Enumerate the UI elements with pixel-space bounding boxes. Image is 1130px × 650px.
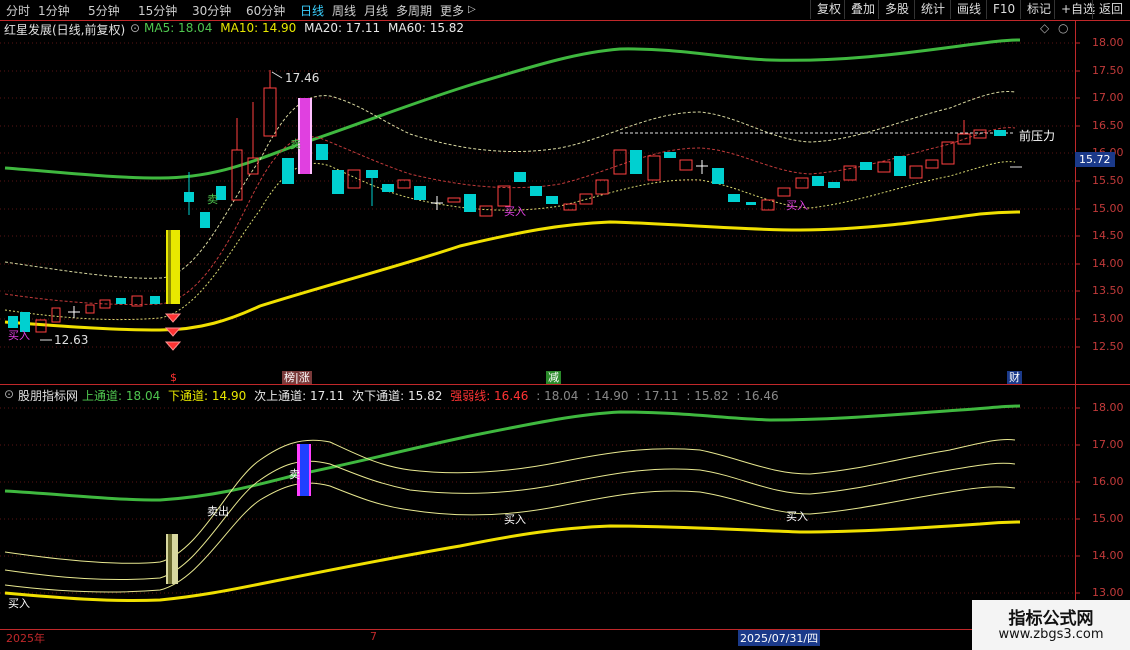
ma20-label: MA20: 17.11 bbox=[304, 21, 381, 35]
price-tick: 16.00 bbox=[1092, 475, 1124, 488]
buy-signal-label: 买入 bbox=[786, 510, 808, 523]
watermark-url: www.zbgs3.com bbox=[998, 627, 1104, 642]
event-tag[interactable]: 减 bbox=[546, 371, 561, 384]
legend-extra: : 17.11 bbox=[636, 389, 679, 403]
buy-signal-label: 买入 bbox=[504, 513, 526, 526]
legend-second-lower: 次下通道: 15.82 bbox=[352, 389, 443, 403]
sell-signal-label: 卖 bbox=[289, 468, 300, 481]
watermark-title: 指标公式网 bbox=[1008, 609, 1094, 629]
buy-signal-label: 买入 bbox=[8, 329, 30, 342]
main-panel-settings-icon[interactable]: ⊙ bbox=[130, 21, 140, 35]
price-tick: 13.00 bbox=[1092, 586, 1124, 599]
high-price-label: 17.46 bbox=[285, 71, 320, 85]
legend-extra: : 18.04 bbox=[536, 389, 579, 403]
event-tag[interactable]: 榜|涨 bbox=[282, 371, 312, 384]
price-tick: 15.00 bbox=[1092, 512, 1124, 525]
date-label: 7 bbox=[370, 630, 377, 643]
ma10-label: MA10: 14.90 bbox=[220, 21, 297, 35]
price-tick: 14.50 bbox=[1092, 229, 1124, 242]
price-tick: 12.50 bbox=[1092, 340, 1124, 353]
sell-signal-label: 卖出 bbox=[207, 505, 229, 518]
legend-lower-channel: 下通道: 14.90 bbox=[168, 389, 247, 403]
watermark: 指标公式网 www.zbgs3.com bbox=[972, 600, 1130, 650]
price-tick: 13.00 bbox=[1092, 312, 1124, 325]
chart-canvas bbox=[0, 20, 1130, 650]
date-label: 2025年 bbox=[6, 632, 45, 645]
price-tick: 15.00 bbox=[1092, 202, 1124, 215]
price-tick: 13.50 bbox=[1092, 284, 1124, 297]
close-icon[interactable]: ○ bbox=[1058, 21, 1068, 35]
diamond-icon[interactable]: ◇ bbox=[1040, 21, 1049, 35]
sub-panel-settings-icon[interactable]: ⊙ bbox=[4, 387, 14, 401]
sub-panel-title: 股朋指标网 bbox=[18, 389, 79, 403]
buy-signal-label: 买入 bbox=[8, 597, 30, 610]
buy-signal-label: 买入 bbox=[786, 199, 808, 212]
cursor-date-label: 2025/07/31/四 bbox=[738, 630, 821, 646]
price-tick: 17.00 bbox=[1092, 91, 1124, 104]
price-tick: 17.50 bbox=[1092, 64, 1124, 77]
price-tick: 15.50 bbox=[1092, 174, 1124, 187]
legend-extra: : 16.46 bbox=[736, 389, 779, 403]
indicator-legend: 上通道: 18.04 下通道: 14.90 次上通道: 17.11 次下通道: … bbox=[82, 387, 783, 404]
current-price-badge: 15.72 bbox=[1075, 152, 1115, 167]
price-tick: 17.00 bbox=[1092, 438, 1124, 451]
main-panel-title: 红星发展(日线,前复权) bbox=[4, 23, 126, 37]
event-tag[interactable]: $ bbox=[168, 371, 179, 384]
price-tick: 14.00 bbox=[1092, 257, 1124, 270]
price-tick: 18.00 bbox=[1092, 36, 1124, 49]
ma5-label: MA5: 18.04 bbox=[144, 21, 213, 35]
legend-upper-channel: 上通道: 18.04 bbox=[82, 389, 161, 403]
sell-signal-label: 卖 bbox=[207, 193, 218, 206]
low-price-label: 12.63 bbox=[54, 333, 89, 347]
sell-signal-label: 卖 bbox=[290, 138, 301, 151]
price-tick: 14.00 bbox=[1092, 549, 1124, 562]
price-tick: 18.00 bbox=[1092, 401, 1124, 414]
ma-legend: MA5: 18.04 MA10: 14.90 MA20: 17.11 MA60:… bbox=[144, 21, 468, 35]
ma60-label: MA60: 15.82 bbox=[388, 21, 465, 35]
pressure-label: 前压力 bbox=[1019, 129, 1056, 143]
legend-second-upper: 次上通道: 17.11 bbox=[254, 389, 345, 403]
legend-extra: : 14.90 bbox=[586, 389, 629, 403]
legend-extra: : 15.82 bbox=[686, 389, 729, 403]
legend-strength-line: 强弱线: 16.46 bbox=[450, 389, 529, 403]
price-tick: 16.50 bbox=[1092, 119, 1124, 132]
event-tag[interactable]: 财 bbox=[1007, 371, 1022, 384]
buy-signal-label: 买入 bbox=[504, 205, 526, 218]
